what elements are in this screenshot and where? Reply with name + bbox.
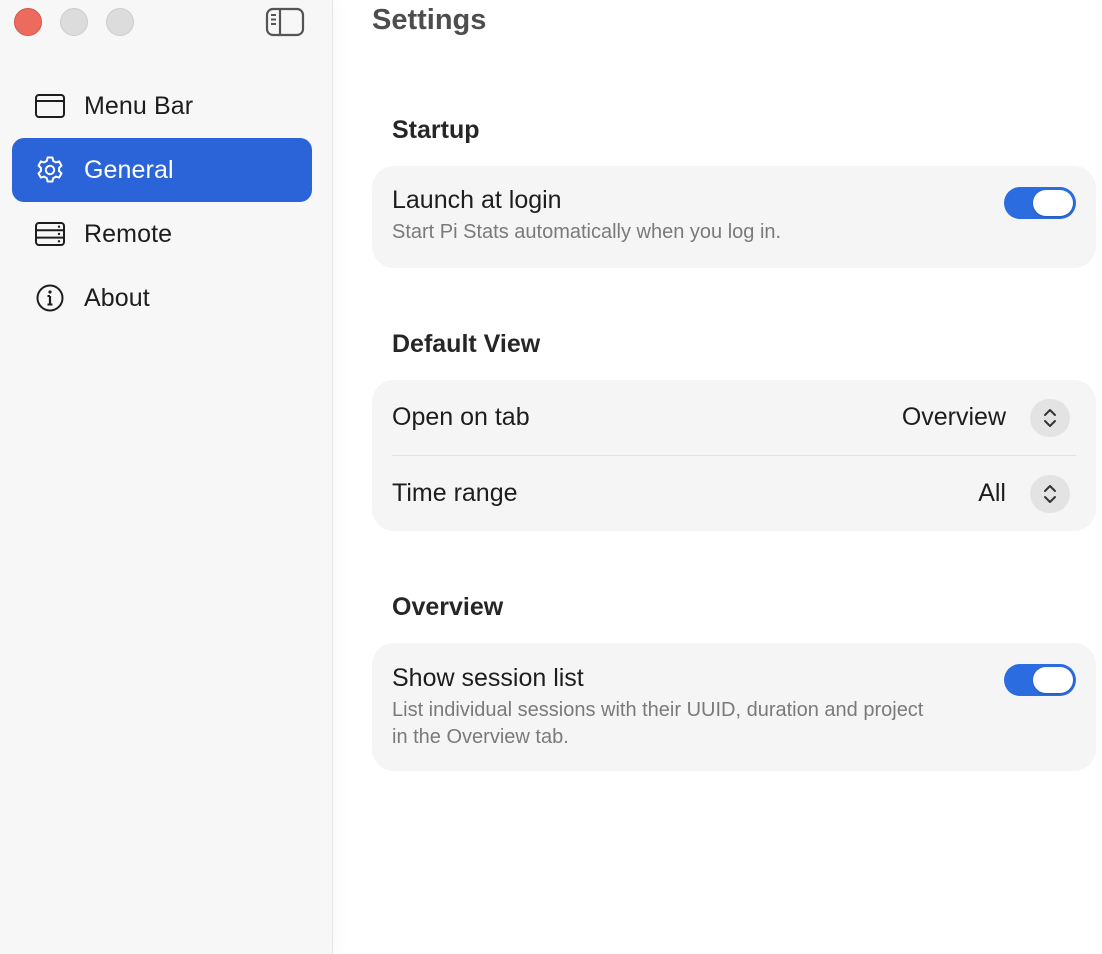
section-title-startup: Startup [392, 116, 480, 144]
sidebar-nav: Menu Bar General Remote About [12, 74, 312, 330]
gear-icon [34, 154, 66, 186]
toggle-knob [1033, 667, 1073, 693]
sidebar-item-label: Remote [84, 219, 173, 248]
time-range-row: Time range All [372, 456, 1096, 531]
default-view-card: Open on tab Overview Time range All [372, 380, 1096, 531]
time-range-label: Time range [392, 479, 518, 507]
startup-card: Launch at login Start Pi Stats automatic… [372, 166, 1096, 268]
sidebar-item-label: General [84, 155, 174, 184]
sidebar-item-label: Menu Bar [84, 91, 194, 120]
show-session-list-row: Show session list List individual sessio… [372, 643, 1096, 751]
toggle-knob [1033, 190, 1073, 216]
info-icon [34, 282, 66, 314]
description-line: List individual sessions with their UUID… [392, 699, 924, 721]
launch-at-login-toggle[interactable] [1004, 187, 1076, 219]
settings-window: Menu Bar General Remote About Settings S… [0, 0, 1102, 954]
page-title: Settings [372, 4, 487, 36]
launch-at-login-row: Launch at login Start Pi Stats automatic… [372, 166, 1096, 246]
zoom-window-button[interactable] [106, 8, 134, 36]
time-range-value: All [978, 479, 1006, 507]
open-on-tab-value: Overview [901, 403, 1006, 431]
sidebar-item-menu-bar[interactable]: Menu Bar [12, 74, 312, 138]
close-window-button[interactable] [14, 8, 42, 36]
chevron-up-down-icon [1030, 398, 1070, 437]
overview-card: Show session list List individual sessio… [372, 643, 1096, 771]
section-title-default-view: Default View [392, 330, 541, 358]
open-on-tab-select[interactable]: Overview [901, 398, 1076, 437]
show-session-list-label: Show session list [392, 664, 584, 692]
time-range-select[interactable]: All [978, 474, 1076, 513]
show-session-list-description: List individual sessions with their UUID… [392, 697, 1076, 751]
open-on-tab-label: Open on tab [392, 403, 530, 431]
show-session-list-toggle[interactable] [1004, 664, 1076, 696]
sidebar-toggle-icon[interactable] [264, 6, 306, 38]
sidebar-item-remote[interactable]: Remote [12, 202, 312, 266]
sidebar-item-general[interactable]: General [12, 138, 312, 202]
description-line: in the Overview tab. [392, 726, 569, 748]
section-title-overview: Overview [392, 593, 504, 621]
chevron-up-down-icon [1030, 474, 1070, 513]
server-icon [34, 218, 66, 250]
launch-at-login-description: Start Pi Stats automatically when you lo… [392, 221, 782, 243]
window-controls [14, 8, 134, 36]
minimize-window-button[interactable] [60, 8, 88, 36]
open-on-tab-row: Open on tab Overview [372, 380, 1096, 455]
window-icon [34, 90, 66, 122]
launch-at-login-label: Launch at login [392, 186, 562, 214]
sidebar-item-label: About [84, 283, 150, 312]
sidebar-item-about[interactable]: About [12, 266, 312, 330]
sidebar: Menu Bar General Remote About [0, 0, 333, 954]
